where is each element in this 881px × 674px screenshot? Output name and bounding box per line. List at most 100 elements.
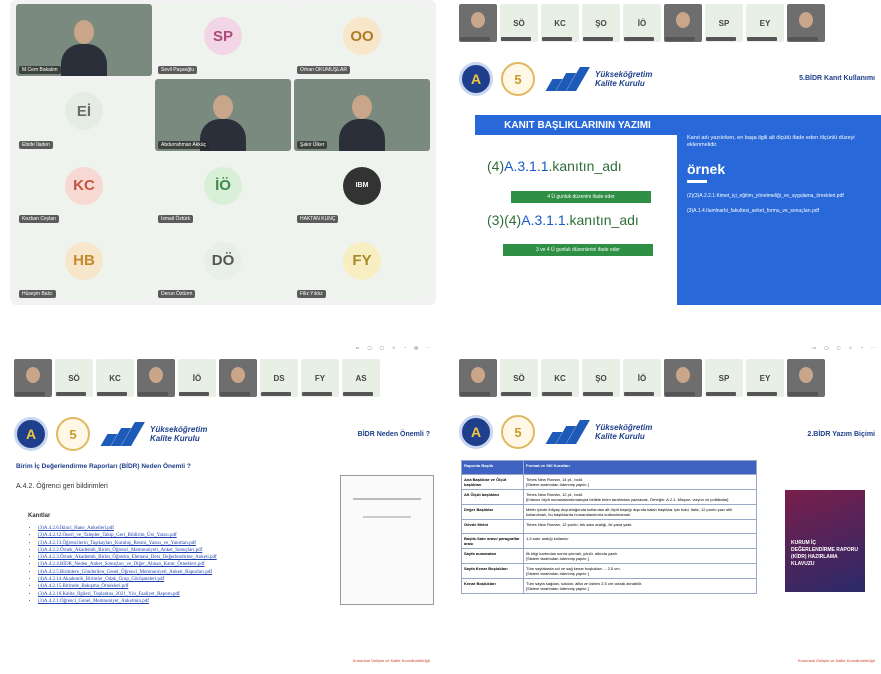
evidence-link[interactable]: (4)A.4.2.14.Akademik_Birimler_Odak_Grup_… <box>38 576 217 583</box>
toolbar-icon[interactable]: ⋯ <box>871 345 875 357</box>
name-label <box>179 392 209 396</box>
participant-tile[interactable]: KC Kezban Ceylan <box>16 153 152 226</box>
participant-tile[interactable]: OO Orhan OKUMUŞLAR <box>294 4 430 76</box>
participant-initials: ŞO <box>595 18 607 28</box>
participant-thumb[interactable] <box>787 4 825 42</box>
participant-avatar: IBM <box>343 166 381 205</box>
participant-thumb[interactable]: AS <box>342 359 380 397</box>
participant-thumb[interactable]: KC <box>541 4 579 42</box>
participant-thumb[interactable] <box>459 359 497 397</box>
evidence-link[interactable]: (3)A.4.2.13.Öğrencilerin_Taşıkayları_Kur… <box>38 540 217 547</box>
evidence-link[interactable]: (4)A.4.2.5.Birimlere_Gönderilen_Genel_Öğ… <box>38 569 217 576</box>
evidence-link[interactable]: (3)A.4.2.4.BİDR_Neden_Anket_Sonuçları_ve… <box>38 561 217 568</box>
participant-thumb[interactable]: İÖ <box>178 359 216 397</box>
participant-initials: SÖ <box>513 18 525 28</box>
participant-thumb[interactable]: FY <box>301 359 339 397</box>
evidence-link[interactable]: (3)A.4.2.16.Kalite_İlgileri_Toplantısı_2… <box>38 591 217 598</box>
participant-tile[interactable]: IBM HAKTAN KUNÇ <box>294 153 430 226</box>
section-title: BİDR Neden Önemli ? <box>357 431 430 438</box>
table-cell: Gövde Metni <box>461 519 524 534</box>
toolbar-icon[interactable]: ◯ <box>824 345 828 357</box>
toolbar-icon[interactable]: ◔ <box>404 345 406 357</box>
participant-thumb[interactable] <box>664 4 702 42</box>
participant-name: Derun Öztürm <box>158 290 196 298</box>
participant-initials: EY <box>759 373 771 383</box>
toolbar-icon[interactable]: ⋯ <box>426 345 430 357</box>
yokak-logo: Yükseköğretim Kalite Kurulu <box>543 420 652 444</box>
toolbar-icon[interactable]: ▢ <box>380 345 384 357</box>
table-row: Başlık-Satır arası/ paragraflar arası 1,5… <box>461 533 757 549</box>
participant-thumb[interactable]: KC <box>96 359 134 397</box>
participant-thumb[interactable] <box>14 359 52 397</box>
participant-thumb[interactable]: İÖ <box>623 4 661 42</box>
participant-thumb[interactable]: SP <box>705 4 743 42</box>
toolbar-icon[interactable]: ▭ <box>356 345 360 357</box>
participant-thumb[interactable]: DS <box>260 359 298 397</box>
participant-thumb[interactable] <box>219 359 257 397</box>
toolbar-icon[interactable]: ▭ <box>812 345 816 357</box>
toolbar-icon[interactable]: ▢ <box>837 345 841 357</box>
name-label <box>747 392 777 396</box>
participant-initials: DS <box>273 373 285 383</box>
participant-thumb[interactable] <box>664 359 702 397</box>
participant-thumb[interactable]: KC <box>541 359 579 397</box>
participant-thumb[interactable]: SÖ <box>500 4 538 42</box>
footer: Kurumsal Gelişim ve Kalite Koordinatörlü… <box>352 658 430 663</box>
participant-initials: SÖ <box>513 373 525 383</box>
evidence-link[interactable]: (3)A.4.2.6.İkinci_Hane_Anketleri.pdf <box>38 525 217 532</box>
meeting-gallery: M.Cem Bakalım SP Sevil Paşaoğlu OO Orhan OKU… <box>10 0 436 305</box>
participant-name: İsmail Öztürk <box>158 215 194 224</box>
note-bar-2: 3 ve 4 Ü gunluk düzenlerini ifade eder <box>503 244 653 256</box>
evidence-link-list: (3)A.4.2.6.İkinci_Hane_Anketleri.pdf(3)A… <box>38 525 217 605</box>
participant-thumb[interactable]: ŞO <box>582 359 620 397</box>
participant-tile[interactable]: M.Cem Bakalım <box>16 4 152 76</box>
university-logo: A <box>459 415 493 449</box>
participant-tile[interactable]: DÖ Derun Öztürm <box>155 228 291 300</box>
participant-strip: SÖ KC İÖ DS FY AS <box>14 359 380 399</box>
name-label <box>220 392 250 396</box>
participant-initials: İÖ <box>637 373 647 383</box>
participant-initials: İÖ <box>192 373 202 383</box>
participant-thumb[interactable] <box>137 359 175 397</box>
evidence-link[interactable]: (4)A.4.2.15.Birimde_Bakışma_Örnekleri.pd… <box>38 583 217 590</box>
code-example-1: (4)A.3.1.1.kanıtın_adı <box>487 158 622 174</box>
name-label <box>501 37 531 41</box>
participant-tile[interactable]: Şakir Ülker <box>294 78 430 151</box>
table-cell: Değer Başlıklar <box>461 504 524 520</box>
name-label <box>624 37 654 41</box>
toolbar-icon[interactable]: ▤ <box>414 345 418 357</box>
participant-thumb[interactable]: ŞO <box>582 4 620 42</box>
participant-tile[interactable]: Abdurrahman Akküç <box>155 78 291 151</box>
participant-tile[interactable]: SP Sevil Paşaoğlu <box>155 4 291 76</box>
toolbar-icon[interactable]: ◯ <box>367 345 371 357</box>
participant-tile[interactable]: FY Filiz Yıldız <box>294 228 430 300</box>
evidence-link[interactable]: (3)A.4.2.3.Örnek_Akademik_Birim_Öğretim_… <box>38 554 217 561</box>
participant-thumb[interactable]: EY <box>746 359 784 397</box>
participant-initials: KC <box>554 18 566 28</box>
participant-thumb[interactable]: SP <box>705 359 743 397</box>
toolbar-icon[interactable]: ◔ <box>861 345 863 357</box>
participant-tile[interactable]: İÖ İsmail Öztürk <box>155 153 291 226</box>
participant-name: M.Cem Bakalım <box>19 65 61 74</box>
toolbar-icon[interactable]: ☺ <box>392 345 396 357</box>
table-cell: Sayfa Kenar Boşlukları <box>461 563 524 579</box>
evidence-link[interactable]: (3)A.4.2.1.Öğrenci_Genel_Memnuniyet_Anke… <box>38 598 217 605</box>
toolbar-icon[interactable]: ☺ <box>848 345 852 357</box>
participant-avatar: Eİ <box>65 92 103 131</box>
name-label <box>583 392 613 396</box>
participant-thumb[interactable] <box>459 4 497 42</box>
participant-tile[interactable]: HB Hüseyin Balcı <box>16 228 152 300</box>
evidence-link[interactable]: (3)A.4.2.12.Öneri_ve_Talepler_Takip_Geri… <box>38 532 217 539</box>
participant-thumb[interactable]: EY <box>746 4 784 42</box>
participant-thumb[interactable] <box>787 359 825 397</box>
yokak-logo: Yükseköğretim Kalite Kurulu <box>98 422 207 446</box>
participant-thumb[interactable]: SÖ <box>500 359 538 397</box>
table-cell: Sayfa numaraları <box>461 548 524 564</box>
participant-tile[interactable]: Eİ Ebide İladen <box>16 78 152 151</box>
participant-avatar: OO <box>343 17 381 56</box>
participant-thumb[interactable]: SÖ <box>55 359 93 397</box>
participant-name: Hüseyin Balcı <box>19 290 56 298</box>
evidence-link[interactable]: (3)A.4.2.2.Örnek_Akademik_Birim_Öğrenci_… <box>38 547 217 554</box>
table-cell: Kenar Boşlukları <box>461 578 524 594</box>
participant-thumb[interactable]: İÖ <box>623 359 661 397</box>
